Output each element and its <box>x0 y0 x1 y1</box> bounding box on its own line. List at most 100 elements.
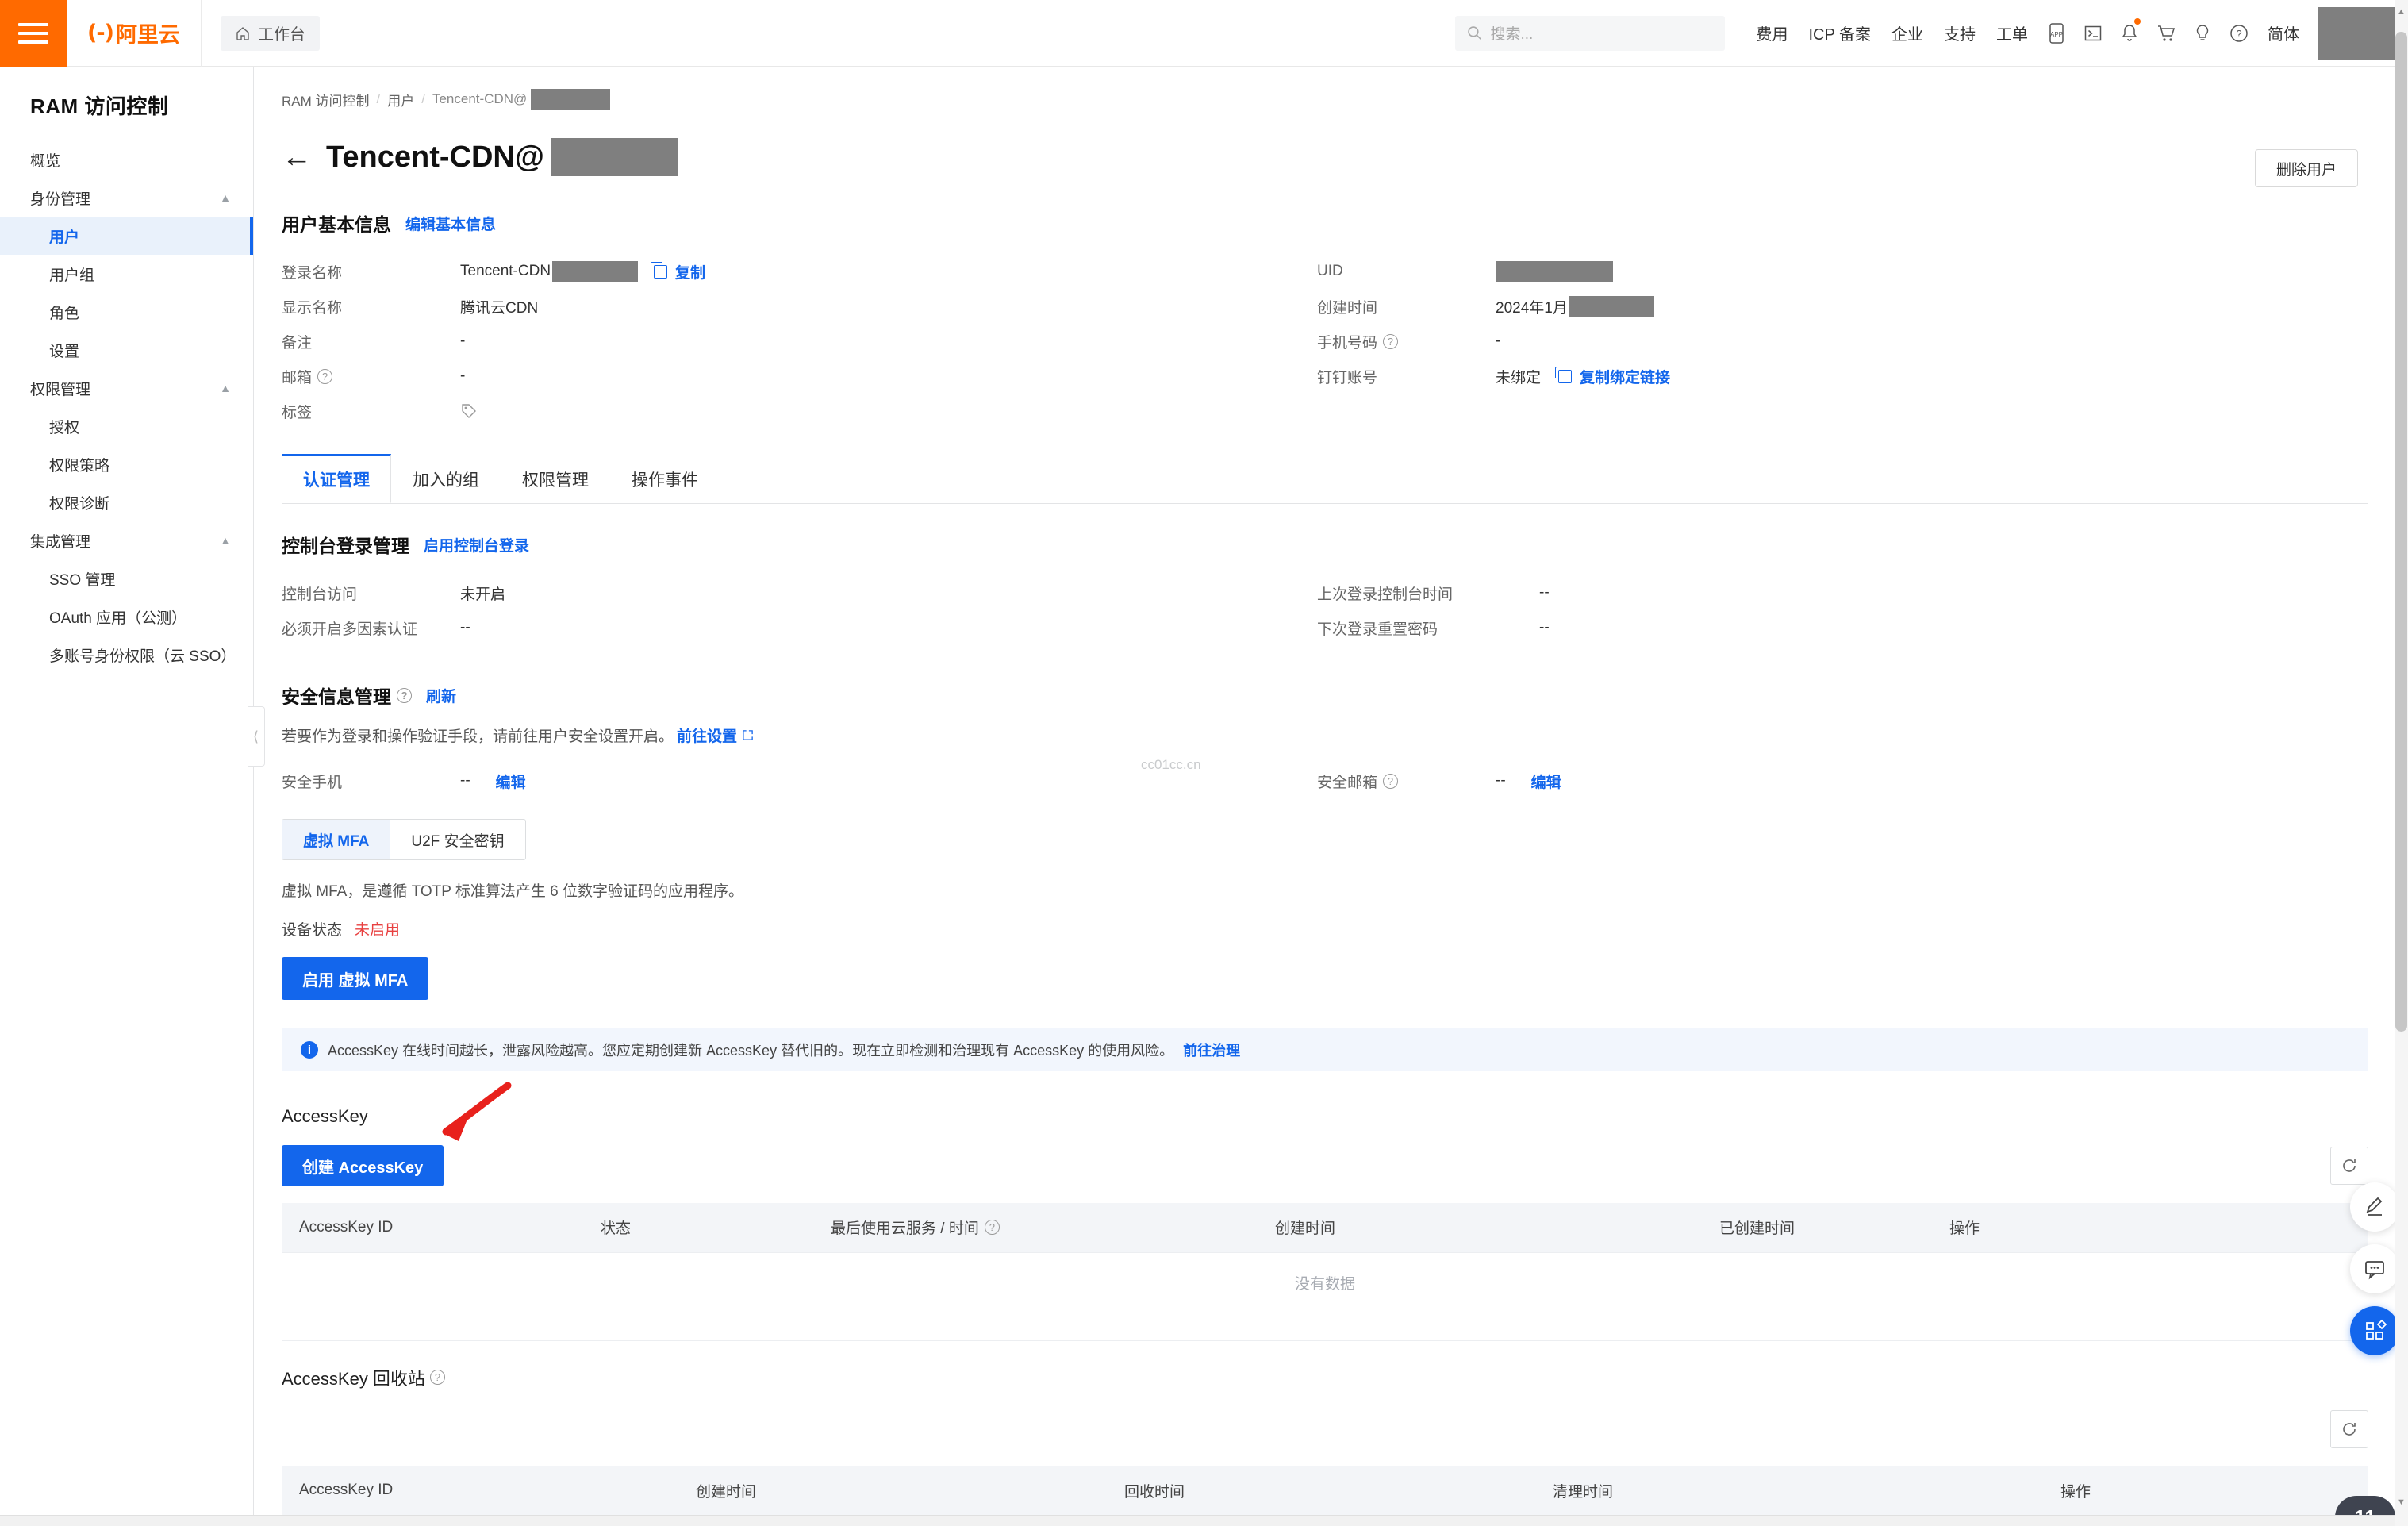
sidebar-group-permissions[interactable]: 权限管理 ▲ <box>0 369 253 407</box>
copy-bind-link[interactable]: 复制绑定链接 <box>1580 366 1670 387</box>
tab-u2f-key[interactable]: U2F 安全密钥 <box>390 820 524 859</box>
aliyun-logo[interactable]: (-) 阿里云 <box>67 0 202 67</box>
external-link-icon <box>743 730 753 740</box>
sidebar-item-users[interactable]: 用户 <box>0 217 253 255</box>
notification-bell-icon[interactable] <box>2111 0 2148 67</box>
table-header-row: AccessKey ID 状态 最后使用云服务 / 时间 ? 创建时间 已创建时… <box>282 1203 2368 1253</box>
help-circle-icon[interactable]: ? <box>397 687 412 703</box>
lightbulb-icon[interactable] <box>2184 0 2221 67</box>
col-label: 创建时间 <box>696 1483 757 1501</box>
mfa-status-label: 设备状态 <box>282 922 343 939</box>
search-icon <box>1468 26 1482 40</box>
help-circle-icon[interactable]: ? <box>317 368 333 384</box>
sidebar-item-diagnostics[interactable]: 权限诊断 <box>0 483 253 521</box>
sidebar-item-oauth[interactable]: OAuth 应用（公测） <box>0 598 253 636</box>
refresh-accesskey-button[interactable] <box>2330 1147 2368 1185</box>
back-arrow-icon[interactable]: ← <box>282 142 312 172</box>
tab-operation-events[interactable]: 操作事件 <box>610 454 720 503</box>
info-label: 邮箱 ? <box>282 366 460 387</box>
sidebar-group-identity[interactable]: 身份管理 ▲ <box>0 179 253 217</box>
tab-auth-management[interactable]: 认证管理 <box>282 454 391 503</box>
col-accesskey-id: AccessKey ID <box>282 1203 583 1253</box>
help-circle-icon[interactable]: ? <box>429 1370 445 1385</box>
help-circle-icon[interactable]: ? <box>1383 773 1399 789</box>
sidebar-item-sso[interactable]: SSO 管理 <box>0 559 253 598</box>
col-label: AccessKey ID <box>299 1482 394 1499</box>
refresh-security-link[interactable]: 刷新 <box>426 685 456 706</box>
sidebar-item-label: 多账号身份权限（云 SSO） <box>49 648 236 665</box>
info-row-phone: 手机号码 ? - <box>1317 324 1670 359</box>
copy-login-name-link[interactable]: 复制 <box>675 261 705 283</box>
app-icon[interactable]: APP <box>2038 0 2075 67</box>
scroll-up-arrow[interactable]: ▲ <box>2395 4 2407 20</box>
breadcrumb-item-users[interactable]: 用户 <box>387 90 414 110</box>
help-circle-icon[interactable]: ? <box>984 1220 1000 1236</box>
go-to-governance-link[interactable]: 前往治理 <box>1183 1040 1240 1060</box>
table-header-row: AccessKey ID 创建时间 回收时间 清理时间 操作 <box>282 1466 2368 1516</box>
search-input[interactable]: 搜索... <box>1455 15 1726 51</box>
sidebar-group-integration[interactable]: 集成管理 ▲ <box>0 521 253 559</box>
sidebar-item-grants[interactable]: 授权 <box>0 407 253 445</box>
aliyun-logo-text: 阿里云 <box>115 23 180 47</box>
breadcrumb-item-ram[interactable]: RAM 访问控制 <box>282 90 370 110</box>
help-circle-icon[interactable]: ? <box>1383 333 1399 349</box>
security-email-column: 安全邮箱 ? -- 编辑 <box>1317 763 1561 798</box>
tab-joined-groups[interactable]: 加入的组 <box>391 454 501 503</box>
tag-icon[interactable] <box>460 402 478 420</box>
breadcrumb-redacted-block <box>531 89 611 110</box>
console-login-header: 控制台登录管理 启用控制台登录 <box>254 531 2396 558</box>
topnav-item-icp[interactable]: ICP 备案 <box>1798 0 1881 67</box>
app-grid-icon[interactable] <box>2350 1306 2399 1355</box>
info-value <box>460 402 478 420</box>
sidebar-item-label: 概览 <box>30 152 61 170</box>
topnav-item-support[interactable]: 支持 <box>1934 0 1986 67</box>
copy-icon[interactable] <box>1555 366 1573 383</box>
sidebar-item-overview[interactable]: 概览 <box>0 140 253 179</box>
topnav-item-fees[interactable]: 费用 <box>1746 0 1798 67</box>
go-to-settings-link[interactable]: 前往设置 <box>677 725 737 746</box>
notification-badge-dot <box>2134 17 2141 25</box>
scroll-down-arrow[interactable]: ▼ <box>2395 1494 2407 1510</box>
page-scrollbar-thumb[interactable] <box>2395 32 2407 1032</box>
table-empty-row: 没有数据 <box>282 1252 2368 1313</box>
user-avatar[interactable] <box>2318 6 2402 60</box>
col-recycle-time: 回收时间 <box>1107 1466 1535 1516</box>
tab-permission-management[interactable]: 权限管理 <box>501 454 610 503</box>
sidebar-item-roles[interactable]: 角色 <box>0 293 253 331</box>
sidebar-item-policies[interactable]: 权限策略 <box>0 445 253 483</box>
hamburger-menu-icon[interactable] <box>0 0 67 67</box>
language-switch[interactable]: 简体 <box>2257 0 2310 67</box>
col-last-used: 最后使用云服务 / 时间 ? <box>813 1203 1258 1253</box>
sidebar-item-label: 权限策略 <box>49 457 110 475</box>
create-accesskey-button[interactable]: 创建 AccessKey <box>282 1145 444 1186</box>
sidebar-item-label: SSO 管理 <box>49 571 116 589</box>
help-circle-icon[interactable]: ? <box>2221 0 2257 67</box>
copy-icon[interactable] <box>651 261 668 279</box>
terminal-icon[interactable] <box>2075 0 2111 67</box>
edit-security-phone-link[interactable]: 编辑 <box>496 771 526 792</box>
workbench-button[interactable]: 工作台 <box>221 15 320 51</box>
accesskey-empty-text: 没有数据 <box>282 1252 2368 1313</box>
sidebar-item-user-groups[interactable]: 用户组 <box>0 255 253 293</box>
col-label: 回收时间 <box>1124 1483 1185 1501</box>
shopping-cart-icon[interactable] <box>2148 0 2184 67</box>
edit-security-email-link[interactable]: 编辑 <box>1531 771 1561 792</box>
mfa-status-value: 未启用 <box>355 922 401 939</box>
feedback-pencil-icon[interactable] <box>2350 1182 2399 1232</box>
mfa-description: 虚拟 MFA，是遵循 TOTP 标准算法产生 6 位数字验证码的应用程序。 <box>282 883 743 900</box>
enable-console-login-link[interactable]: 启用控制台登录 <box>424 534 529 555</box>
sidebar-item-cloud-sso[interactable]: 多账号身份权限（云 SSO） <box>0 636 253 674</box>
sidebar-collapse-toggle[interactable]: ⟨ <box>248 706 265 767</box>
chat-bubble-icon[interactable] <box>2350 1244 2399 1293</box>
sidebar-item-settings[interactable]: 设置 <box>0 331 253 369</box>
info-row-reset-password: 下次登录重置密码 -- <box>1317 610 1550 645</box>
delete-user-button[interactable]: 删除用户 <box>2254 149 2358 187</box>
edit-basic-info-link[interactable]: 编辑基本信息 <box>405 213 496 234</box>
topnav-item-ticket[interactable]: 工单 <box>1986 0 2038 67</box>
tab-virtual-mfa[interactable]: 虚拟 MFA <box>282 820 391 859</box>
enable-virtual-mfa-button[interactable]: 启用 虚拟 MFA <box>282 957 429 1000</box>
basic-info-grid: 登录名称 Tencent-CDN 复制 显示名称 腾讯云CDN 备注 - 邮箱 <box>254 254 2396 429</box>
topnav-item-enterprise[interactable]: 企业 <box>1881 0 1934 67</box>
refresh-recycle-button[interactable] <box>2330 1409 2368 1448</box>
console-login-right-column: 上次登录控制台时间 -- 下次登录重置密码 -- <box>1317 575 1550 645</box>
